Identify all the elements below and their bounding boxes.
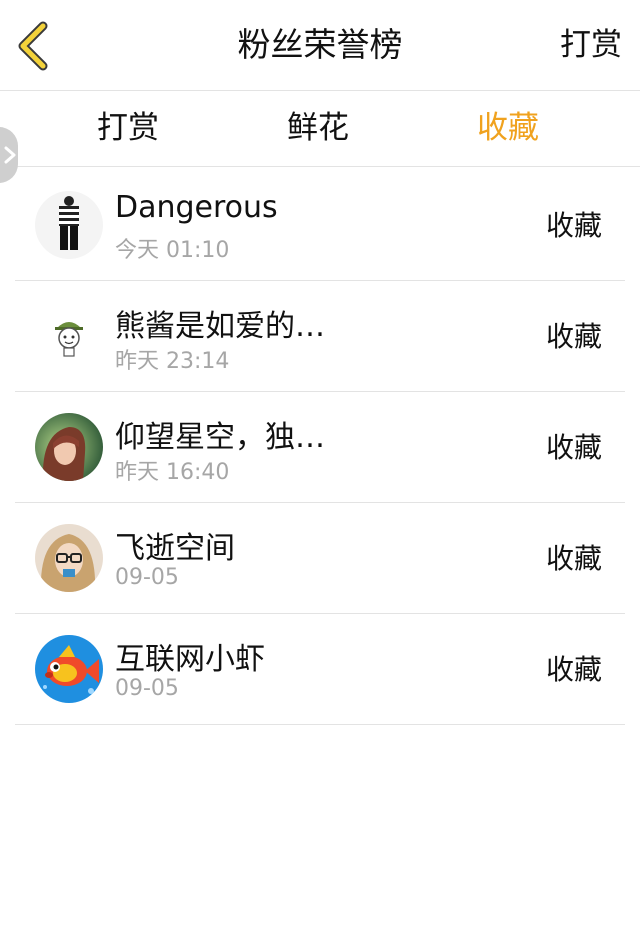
- favorite-label: 收藏: [545, 653, 602, 686]
- tab-reward[interactable]: 打赏: [33, 91, 223, 166]
- avatar: [35, 302, 103, 370]
- list-item[interactable]: 熊酱是如爱的… 昨天 23:14 收藏: [15, 281, 625, 392]
- user-name: Dangerous: [115, 190, 278, 225]
- user-name: 熊酱是如爱的…: [115, 309, 325, 344]
- timestamp: 今天 01:10: [115, 238, 230, 263]
- fan-list: Dangerous 今天 01:10 收藏 熊酱是如爱的… 昨天 23:14 收…: [0, 170, 640, 725]
- favorite-label: 收藏: [545, 209, 602, 242]
- timestamp: 昨天 23:14: [115, 349, 230, 374]
- list-item[interactable]: 飞逝空间 09-05 收藏: [15, 503, 625, 614]
- user-name: 飞逝空间: [115, 531, 235, 566]
- avatar: [35, 524, 103, 592]
- avatar: [35, 635, 103, 703]
- favorite-label: 收藏: [545, 542, 602, 575]
- reward-button[interactable]: 打赏: [560, 0, 622, 90]
- page-title: 粉丝荣誉榜: [237, 25, 403, 64]
- page: 粉丝荣誉榜 打赏 打赏 鲜花 收藏 Dangerous 今天 01:10 收藏 …: [0, 0, 640, 935]
- timestamp: 09-05: [115, 676, 179, 701]
- tab-favorites[interactable]: 收藏: [413, 91, 603, 166]
- avatar: [35, 191, 103, 259]
- top-nav-bar: 粉丝荣誉榜 打赏: [0, 0, 640, 91]
- striped-outfit-avatar-icon: [35, 191, 103, 259]
- chevron-right-icon: [4, 146, 16, 164]
- user-name: 互联网小虾: [115, 642, 265, 677]
- list-item[interactable]: Dangerous 今天 01:10 收藏: [15, 170, 625, 281]
- timestamp: 昨天 16:40: [115, 460, 230, 485]
- timestamp: 09-05: [115, 565, 179, 590]
- favorite-label: 收藏: [545, 431, 602, 464]
- favorite-label: 收藏: [545, 320, 602, 353]
- glasses-girl-avatar-icon: [35, 524, 103, 592]
- list-item[interactable]: 互联网小虾 09-05 收藏: [15, 614, 625, 725]
- tab-bar: 打赏 鲜花 收藏: [0, 91, 640, 167]
- user-name: 仰望星空，独…: [115, 420, 325, 455]
- list-item[interactable]: 仰望星空，独… 昨天 16:40 收藏: [15, 392, 625, 503]
- girl-green-avatar-icon: [35, 413, 103, 481]
- cartoon-fish-avatar-icon: [35, 635, 103, 703]
- cartoon-hat-avatar-icon: [35, 302, 103, 370]
- tab-flowers[interactable]: 鲜花: [223, 91, 413, 166]
- avatar: [35, 413, 103, 481]
- back-button[interactable]: [10, 18, 56, 74]
- chevron-left-icon: [18, 21, 48, 71]
